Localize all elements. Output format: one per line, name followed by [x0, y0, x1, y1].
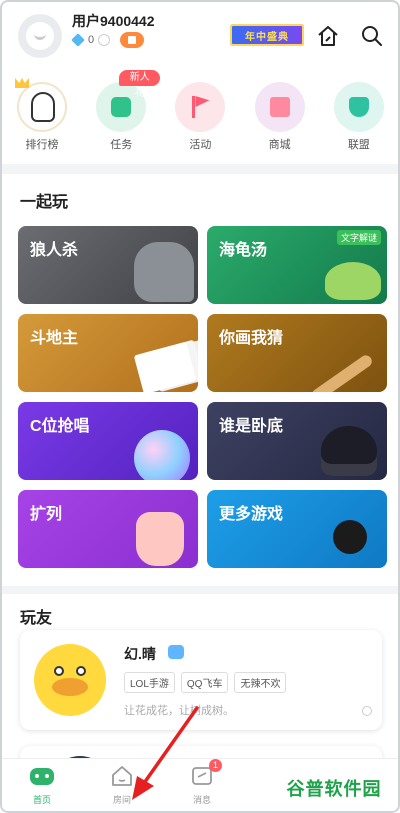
- section-divider: [2, 164, 398, 174]
- flag-icon: [175, 82, 226, 132]
- nav-label: 房间: [112, 795, 131, 805]
- shortcut-label: 任务: [110, 139, 133, 151]
- game-card-more-games[interactable]: 更多游戏: [207, 490, 387, 568]
- billiard-ball-icon: [333, 520, 367, 554]
- add-diamond-icon[interactable]: [98, 34, 111, 46]
- shortcut-ranking[interactable]: 排行榜: [2, 74, 81, 160]
- game-label: 更多游戏: [219, 506, 284, 523]
- section-title-friends: 玩友: [20, 610, 53, 627]
- friend-avatar: [34, 644, 106, 716]
- shortcut-label: 活动: [189, 139, 212, 151]
- game-card-werewolf[interactable]: 狼人杀: [18, 226, 198, 304]
- cards-icon: [133, 341, 197, 392]
- shortcut-activity[interactable]: 活动: [160, 74, 239, 160]
- game-label: 海龟汤: [219, 242, 268, 259]
- game-card-turtle-soup[interactable]: 海龟汤 文字解谜: [207, 226, 387, 304]
- diamond-count: 0: [88, 34, 95, 46]
- nav-label: 消息: [192, 795, 211, 805]
- friend-name: 幻.晴: [124, 646, 156, 662]
- game-label: C位抢唱: [30, 418, 90, 435]
- more-icon[interactable]: [362, 706, 372, 716]
- wolf-icon: [134, 242, 194, 302]
- spy-icon: [321, 426, 377, 476]
- game-label: 谁是卧底: [219, 418, 284, 435]
- game-card-undercover[interactable]: 谁是卧底: [207, 402, 387, 480]
- home-icon[interactable]: [316, 24, 340, 48]
- shortcut-label: 排行榜: [25, 139, 59, 151]
- hand-icon: [136, 512, 184, 566]
- nav-messages[interactable]: 1 消息: [162, 759, 242, 806]
- nav-label: 首页: [32, 795, 51, 805]
- friend-tags: LOL手游 QQ飞车 无辣不欢: [124, 672, 287, 693]
- watermark: 谷普软件园: [272, 770, 396, 806]
- gift-icon[interactable]: [120, 32, 145, 48]
- alliance-icon: [333, 82, 384, 132]
- turtle-icon: [325, 262, 381, 300]
- nav-room[interactable]: 房间: [82, 765, 162, 806]
- ranking-icon: [15, 78, 67, 132]
- shop-icon: [254, 82, 305, 132]
- game-label: 斗地主: [30, 330, 79, 347]
- shortcut-shop[interactable]: 商城: [240, 74, 319, 160]
- header: 用户9400442 0 年中盛典: [2, 2, 398, 74]
- game-label: 扩列: [30, 506, 63, 523]
- user-avatar[interactable]: [18, 14, 62, 58]
- shortcut-label: 商城: [268, 139, 291, 151]
- shortcut-label: 联盟: [347, 139, 370, 151]
- shortcut-row: 排行榜 新人礼 任务 活动 商城 联盟: [2, 70, 398, 160]
- game-card-landlord[interactable]: 斗地主: [18, 314, 198, 392]
- game-label: 狼人杀: [30, 242, 79, 259]
- friend-tag: 无辣不欢: [234, 672, 287, 693]
- shortcut-task[interactable]: 新人礼 任务: [81, 70, 161, 160]
- disco-ball-icon: [134, 430, 190, 480]
- diamond-balance[interactable]: 0: [71, 32, 145, 48]
- game-card-expand[interactable]: 扩列: [18, 490, 198, 568]
- puzzle-tag: 文字解谜: [336, 230, 381, 245]
- friend-tag: LOL手游: [124, 672, 175, 693]
- room-icon: [110, 765, 134, 787]
- game-card-c-sing[interactable]: C位抢唱: [18, 402, 198, 480]
- game-card-draw-guess[interactable]: 你画我猜: [207, 314, 387, 392]
- username: 用户9400442: [72, 13, 155, 29]
- game-label: 你画我猜: [219, 330, 284, 347]
- search-icon[interactable]: [360, 24, 384, 48]
- message-icon: 1: [190, 759, 222, 787]
- brush-icon: [309, 353, 375, 392]
- section-title-together: 一起玩: [20, 194, 69, 211]
- friend-card[interactable]: 幻.晴 LOL手游 QQ飞车 无辣不欢 让花成花，让树成树。: [20, 630, 382, 730]
- shortcut-alliance[interactable]: 联盟: [319, 74, 398, 160]
- nav-home[interactable]: 首页: [2, 765, 82, 806]
- section-divider: [2, 586, 398, 594]
- app-frame: 用户9400442 0 年中盛典 排行榜 新人礼 任务 活动 商城 联盟 一起玩…: [0, 0, 400, 813]
- friend-tag: QQ飞车: [180, 672, 229, 693]
- gender-icon: [168, 645, 184, 659]
- message-count-badge: 1: [208, 759, 222, 772]
- diamond-icon: [71, 33, 85, 47]
- gamepad-icon: [30, 765, 54, 787]
- event-banner[interactable]: 年中盛典: [230, 24, 304, 46]
- friend-description: 让花成花，让树成树。: [124, 705, 234, 717]
- newbie-badge: 新人礼: [119, 70, 161, 99]
